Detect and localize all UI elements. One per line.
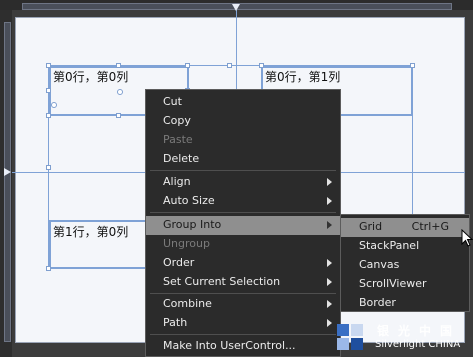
menu-item-label: Ungroup	[163, 237, 210, 250]
submenu-item-label: Grid	[359, 220, 383, 233]
menu-item-label: Cut	[163, 95, 182, 108]
context-menu: Cut Copy Paste Delete Align Auto Size Gr…	[145, 89, 341, 357]
center-point-handle[interactable]	[117, 89, 123, 95]
menu-item-group-into[interactable]: Group Into	[146, 216, 340, 235]
shortcut-label: Ctrl+G	[411, 220, 449, 233]
menu-item-ungroup: Ungroup	[146, 235, 340, 254]
mouse-cursor-icon	[461, 229, 473, 247]
submenu-item-stackpanel[interactable]: StackPanel	[341, 237, 469, 256]
resize-handle[interactable]	[46, 266, 51, 271]
menu-item-label: Path	[163, 316, 188, 329]
resize-handle[interactable]	[46, 63, 51, 68]
resize-handle[interactable]	[46, 88, 51, 93]
menu-separator	[150, 334, 336, 335]
menu-item-label: Combine	[163, 297, 212, 310]
submenu-item-border[interactable]: Border	[341, 294, 469, 313]
row-divider-marker-icon[interactable]	[4, 168, 11, 176]
menu-item-label: Group Into	[163, 218, 222, 231]
menu-item-label: Auto Size	[163, 194, 215, 207]
cell-label: 第0行，第0列	[53, 70, 129, 84]
menu-item-label: Copy	[163, 114, 191, 127]
menu-item-label: Align	[163, 175, 191, 188]
resize-handle[interactable]	[116, 113, 121, 118]
submenu-item-scrollviewer[interactable]: ScrollViewer	[341, 275, 469, 294]
row-ruler[interactable]	[4, 22, 11, 342]
menu-separator	[150, 170, 336, 171]
submenu-item-label: Border	[359, 296, 396, 309]
watermark-title: 银光中国	[377, 324, 462, 338]
resize-handle[interactable]	[46, 113, 51, 118]
resize-handle[interactable]	[185, 63, 190, 68]
menu-item-order[interactable]: Order	[146, 254, 340, 273]
submenu-arrow-icon	[327, 259, 332, 267]
menu-separator	[150, 212, 336, 213]
resize-handle[interactable]	[259, 63, 264, 68]
menu-item-paste: Paste	[146, 131, 340, 150]
watermark-subtitle: Silverlight CHINA	[375, 339, 461, 350]
menu-item-path[interactable]: Path	[146, 314, 340, 333]
submenu-arrow-icon	[327, 197, 332, 205]
resize-handle[interactable]	[227, 63, 232, 68]
submenu-arrow-icon	[327, 319, 332, 327]
menu-item-delete[interactable]: Delete	[146, 150, 340, 169]
submenu-arrow-icon	[327, 278, 332, 286]
resize-handle[interactable]	[410, 63, 415, 68]
submenu-item-grid[interactable]: Grid Ctrl+G	[341, 218, 469, 237]
menu-item-align[interactable]: Align	[146, 173, 340, 192]
menu-item-label: Order	[163, 256, 195, 269]
menu-item-copy[interactable]: Copy	[146, 112, 340, 131]
submenu-arrow-icon	[327, 300, 332, 308]
submenu-arrow-icon	[327, 178, 332, 186]
menu-item-label: Set Current Selection	[163, 275, 281, 288]
resize-handle[interactable]	[46, 165, 51, 170]
menu-item-combine[interactable]: Combine	[146, 295, 340, 314]
menu-item-auto-size[interactable]: Auto Size	[146, 192, 340, 211]
menu-item-cut[interactable]: Cut	[146, 93, 340, 112]
cell-label: 第1行，第0列	[53, 225, 129, 239]
menu-item-label: Delete	[163, 152, 200, 165]
silverlight-logo-icon	[337, 324, 363, 350]
submenu-item-label: StackPanel	[359, 239, 420, 252]
submenu-arrow-icon	[327, 221, 332, 229]
submenu-item-label: Canvas	[359, 258, 400, 271]
group-into-submenu: Grid Ctrl+G StackPanel Canvas ScrollViewe…	[340, 214, 470, 312]
submenu-item-canvas[interactable]: Canvas	[341, 256, 469, 275]
menu-item-make-into-usercontrol[interactable]: Make Into UserControl...	[146, 337, 340, 356]
rotate-handle[interactable]	[51, 102, 57, 108]
menu-item-label: Paste	[163, 133, 193, 146]
menu-item-set-current-selection[interactable]: Set Current Selection	[146, 273, 340, 292]
cell-label: 第0行，第1列	[265, 70, 341, 84]
resize-handle[interactable]	[116, 63, 121, 68]
menu-separator	[150, 293, 336, 294]
menu-item-label: Make Into UserControl...	[163, 339, 296, 352]
watermark: 银光中国 Silverlight CHINA	[337, 322, 470, 354]
submenu-item-label: ScrollViewer	[359, 277, 427, 290]
column-divider-marker-icon[interactable]	[232, 4, 240, 11]
